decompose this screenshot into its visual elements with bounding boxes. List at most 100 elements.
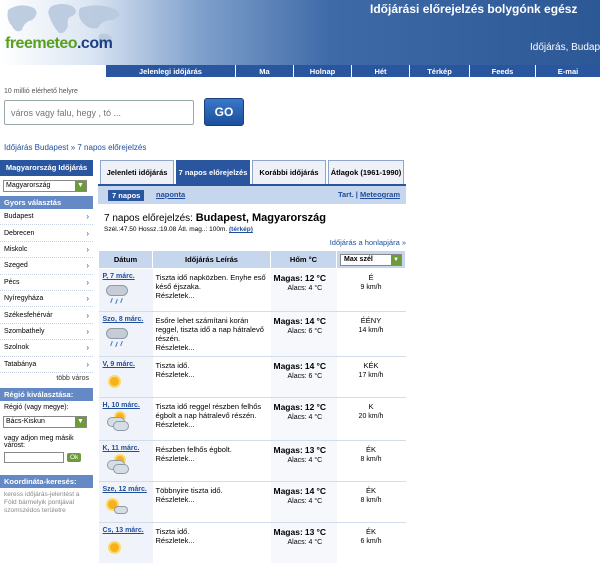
chevron-down-icon: ▼ <box>75 181 86 191</box>
wind-speed: 9 km/h <box>360 284 382 291</box>
city-link[interactable]: Szeged › <box>0 258 93 275</box>
search-hint: 10 millió elérhető helyre <box>4 88 78 95</box>
details-link[interactable]: Részletek... <box>156 343 195 352</box>
city-link[interactable]: Székesfehérvár › <box>0 307 93 324</box>
forecast-panel: Jelenleti időjárás 7 napos előrejelzés K… <box>98 160 406 563</box>
low-temp: Alacs: 6 °C <box>274 372 334 382</box>
go-button[interactable]: GO <box>204 98 244 126</box>
tab-past-weather[interactable]: Korábbi időjárás <box>252 160 326 184</box>
other-city-row: Ok <box>4 451 89 463</box>
chevron-right-icon: › <box>86 294 89 304</box>
tab-current-weather[interactable]: Jelenleti időjárás <box>100 160 174 184</box>
temperature-cell: Magas: 13 °C Alacs: 4 °C <box>270 440 337 482</box>
map-link[interactable]: (térkép) <box>229 226 253 233</box>
high-temp: Magas: 12 °C <box>274 402 334 413</box>
day-link[interactable]: H, 10 márc. <box>103 402 140 409</box>
date-cell: H, 10 márc. <box>98 397 153 441</box>
nav-today[interactable]: Ma <box>235 65 293 77</box>
search-input[interactable] <box>4 100 194 125</box>
high-unit: °C <box>316 316 326 326</box>
sidebar-country-header: Magyarország Időjárás <box>0 160 93 176</box>
day-link[interactable]: Sze, 12 márc. <box>103 486 147 493</box>
low-temp: Alacs: 4 °C <box>274 284 334 294</box>
site-logo[interactable]: freemeteo.com <box>5 35 113 53</box>
tab-7-day[interactable]: 7 napos előrejelzés <box>176 160 250 184</box>
city-list: Budapest › Debrecen › Miskolc › Szeged › Pécs › Ny… <box>0 209 93 373</box>
details-link[interactable]: Részletek... <box>156 370 195 379</box>
day-link[interactable]: P, 7 márc. <box>103 273 135 280</box>
wind-select-value: Max szél <box>344 255 373 263</box>
nav-tomorrow[interactable]: Holnap <box>293 65 351 77</box>
city-link[interactable]: Szolnok › <box>0 340 93 357</box>
details-link[interactable]: Részletek... <box>156 291 195 300</box>
day-link[interactable]: K, 11 márc. <box>103 445 140 452</box>
sun-small-cloud-icon <box>103 495 131 517</box>
tab-averages[interactable]: Átlagok (1961-1990) <box>328 160 404 184</box>
details-link[interactable]: Részletek... <box>156 536 195 545</box>
forecast-tabs: Jelenleti időjárás 7 napos előrejelzés K… <box>98 160 406 184</box>
day-link[interactable]: Szo, 8 márc. <box>103 316 144 323</box>
subtab-7-day[interactable]: 7 napos <box>108 190 145 201</box>
city-link[interactable]: Budapest › <box>0 209 93 226</box>
city-link[interactable]: Tatabánya › <box>0 357 93 373</box>
logo-part-free: free <box>5 35 33 52</box>
ok-button[interactable]: Ok <box>67 452 82 462</box>
more-cities-link[interactable]: több város <box>0 373 93 384</box>
region-header: Régió kiválasztása: <box>0 387 93 401</box>
high-unit: °C <box>316 361 326 371</box>
forecast-row: P, 7 márc. Tiszta idő napközben. Enyhe es… <box>98 268 406 312</box>
wind-cell: K 20 km/h <box>336 397 406 441</box>
chevron-right-icon: › <box>86 326 89 336</box>
chevron-right-icon: › <box>86 343 89 353</box>
nav-map[interactable]: Térkép <box>409 65 469 77</box>
high-label: Magas: <box>273 361 303 371</box>
low-label: Alacs: <box>287 328 307 335</box>
wind-cell: KÉK 17 km/h <box>336 356 406 398</box>
high-temp: Magas: 14 °C <box>274 316 334 327</box>
col-description: Időjárás Leírás <box>152 250 271 269</box>
city-link[interactable]: Pécs › <box>0 275 93 291</box>
high-temp: Magas: 13 °C <box>274 527 334 538</box>
description-cell: Részben felhős égbolt. Részletek... <box>152 440 271 482</box>
nav-week[interactable]: Hét <box>351 65 409 77</box>
city-link[interactable]: Nyíregyháza › <box>0 291 93 308</box>
breadcrumb[interactable]: Időjárás Budapest » 7 napos előrejelzés <box>4 143 146 152</box>
low-value: 4 <box>308 285 313 292</box>
cloud-rain-icon <box>103 325 131 348</box>
city-name: Szolnok <box>4 344 29 352</box>
day-link[interactable]: V, 9 márc. <box>103 361 135 368</box>
forecast-row: Cs, 13 márc. Tiszta idő. Részletek... Magas… <box>98 522 406 563</box>
wind-direction: É <box>368 273 374 282</box>
weather-description: Tiszta idő reggel részben felhős égbolt … <box>155 402 262 420</box>
wind-cell: ÉÉNY 14 km/h <box>336 311 406 357</box>
page-title: 7 napos előrejelzés: Budapest, Magyarors… <box>98 204 406 226</box>
high-value: 13 <box>304 527 315 537</box>
wind-select[interactable]: Max szél ▼ <box>340 253 402 266</box>
tart-link[interactable]: Tart. <box>338 190 354 199</box>
high-temp: Magas: 14 °C <box>274 361 334 372</box>
site-slogan: Időjárási előrejelzés bolygónk egész <box>370 2 578 16</box>
weather-description: Esőre lehet számítani korán reggel, tisz… <box>155 316 264 343</box>
region-select[interactable]: Bács-Kiskun ▼ <box>3 415 87 428</box>
date-cell: V, 9 márc. <box>98 356 153 398</box>
chevron-right-icon: › <box>86 310 89 320</box>
city-link[interactable]: Debrecen › <box>0 225 93 242</box>
details-link[interactable]: Részletek... <box>156 454 195 463</box>
wind-direction: ÉÉNY <box>360 316 382 325</box>
city-link[interactable]: Miskolc › <box>0 242 93 259</box>
city-link[interactable]: Szombathely › <box>0 324 93 341</box>
nav-current-weather[interactable]: Jelenlegi időjárás <box>105 65 235 77</box>
col-temperature: Hőm °C <box>270 250 337 269</box>
coordinate-search-note[interactable]: keress időjárás-jelentést a Föld bármely… <box>0 488 93 518</box>
day-link[interactable]: Cs, 13 márc. <box>103 527 144 534</box>
wind-direction: ÉK <box>365 527 376 536</box>
other-city-input[interactable] <box>4 451 64 463</box>
nav-feeds[interactable]: Feeds <box>469 65 535 77</box>
details-link[interactable]: Részletek... <box>156 495 195 504</box>
homepage-link[interactable]: Időjárás a honlapjára » <box>98 233 406 249</box>
subtab-daily[interactable]: naponta <box>156 190 185 199</box>
details-link[interactable]: Részletek... <box>156 420 195 429</box>
country-select[interactable]: Magyarország ▼ <box>3 180 87 192</box>
nav-email[interactable]: E-mai <box>535 65 600 77</box>
meteogram-link[interactable]: Meteogram <box>360 190 400 199</box>
